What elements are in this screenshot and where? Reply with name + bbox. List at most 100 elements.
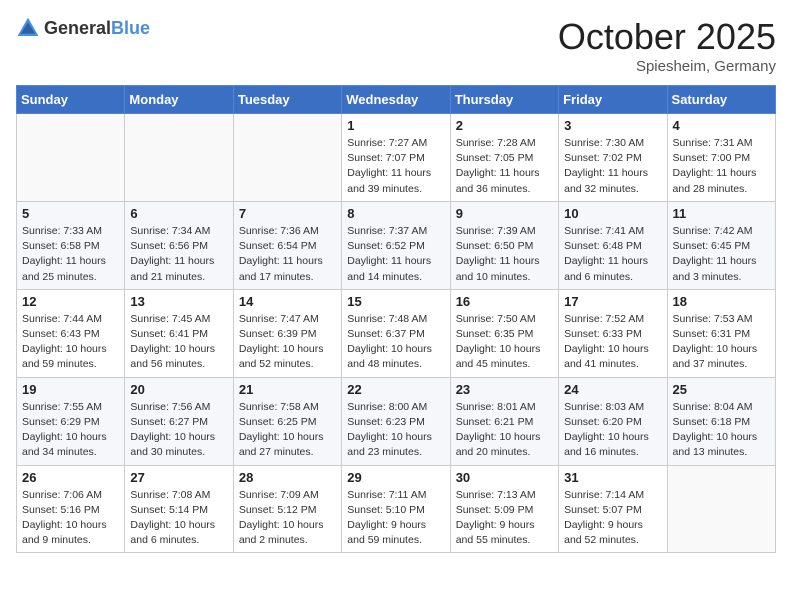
day-number: 14 — [239, 294, 336, 309]
day-info: Sunrise: 7:06 AMSunset: 5:16 PMDaylight:… — [22, 488, 119, 549]
day-info: Sunrise: 7:52 AMSunset: 6:33 PMDaylight:… — [564, 312, 661, 373]
calendar-week-row: 12Sunrise: 7:44 AMSunset: 6:43 PMDayligh… — [17, 289, 776, 377]
calendar-cell: 22 Sunrise: 8:00 AMSunset: 6:23 PMDayligh… — [342, 377, 450, 465]
day-number: 16 — [456, 294, 553, 309]
calendar-cell: 4 Sunrise: 7:31 AMSunset: 7:00 PMDaylight… — [667, 114, 775, 202]
calendar-cell: 1 Sunrise: 7:27 AMSunset: 7:07 PMDaylight… — [342, 114, 450, 202]
day-info: Sunrise: 7:13 AMSunset: 5:09 PMDaylight:… — [456, 488, 553, 549]
day-number: 15 — [347, 294, 444, 309]
day-number: 28 — [239, 470, 336, 485]
calendar-cell: 26 Sunrise: 7:06 AMSunset: 5:16 PMDayligh… — [17, 465, 125, 553]
day-number: 7 — [239, 206, 336, 221]
day-info: Sunrise: 7:50 AMSunset: 6:35 PMDaylight:… — [456, 312, 553, 373]
calendar-cell: 9 Sunrise: 7:39 AMSunset: 6:50 PMDaylight… — [450, 201, 558, 289]
page-header: GeneralBlue October 2025 Spiesheim, Germ… — [16, 16, 776, 75]
day-number: 11 — [673, 206, 770, 221]
day-info: Sunrise: 7:09 AMSunset: 5:12 PMDaylight:… — [239, 488, 336, 549]
day-number: 20 — [130, 382, 227, 397]
day-number: 10 — [564, 206, 661, 221]
day-number: 24 — [564, 382, 661, 397]
day-number: 8 — [347, 206, 444, 221]
title-block: October 2025 Spiesheim, Germany — [558, 16, 776, 75]
calendar-cell: 3 Sunrise: 7:30 AMSunset: 7:02 PMDaylight… — [559, 114, 667, 202]
day-number: 3 — [564, 118, 661, 133]
calendar-cell: 27 Sunrise: 7:08 AMSunset: 5:14 PMDayligh… — [125, 465, 233, 553]
day-info: Sunrise: 7:27 AMSunset: 7:07 PMDaylight:… — [347, 136, 444, 197]
calendar-cell: 20Sunrise: 7:56 AMSunset: 6:27 PMDayligh… — [125, 377, 233, 465]
day-number: 31 — [564, 470, 661, 485]
calendar-cell: 6 Sunrise: 7:34 AMSunset: 6:56 PMDaylight… — [125, 201, 233, 289]
day-info: Sunrise: 8:00 AMSunset: 6:23 PMDaylight:… — [347, 400, 444, 461]
day-number: 25 — [673, 382, 770, 397]
calendar-cell: 12Sunrise: 7:44 AMSunset: 6:43 PMDayligh… — [17, 289, 125, 377]
calendar-cell: 21 Sunrise: 7:58 AMSunset: 6:25 PMDayligh… — [233, 377, 341, 465]
day-number: 18 — [673, 294, 770, 309]
day-header-sunday: Sunday — [17, 86, 125, 114]
calendar-cell: 29 Sunrise: 7:11 AMSunset: 5:10 PMDayligh… — [342, 465, 450, 553]
day-info: Sunrise: 7:55 AMSunset: 6:29 PMDaylight:… — [22, 400, 119, 461]
day-info: Sunrise: 7:08 AMSunset: 5:14 PMDaylight:… — [130, 488, 227, 549]
day-number: 26 — [22, 470, 119, 485]
calendar-cell: 11 Sunrise: 7:42 AMSunset: 6:45 PMDayligh… — [667, 201, 775, 289]
calendar-cell: 24Sunrise: 8:03 AMSunset: 6:20 PMDayligh… — [559, 377, 667, 465]
logo-general: General — [44, 18, 111, 38]
day-number: 9 — [456, 206, 553, 221]
day-info: Sunrise: 7:53 AMSunset: 6:31 PMDaylight:… — [673, 312, 770, 373]
day-info: Sunrise: 7:14 AMSunset: 5:07 PMDaylight:… — [564, 488, 661, 549]
month-title: October 2025 — [558, 16, 776, 58]
day-info: Sunrise: 7:39 AMSunset: 6:50 PMDaylight:… — [456, 224, 553, 285]
day-info: Sunrise: 7:48 AMSunset: 6:37 PMDaylight:… — [347, 312, 444, 373]
calendar-cell: 17 Sunrise: 7:52 AMSunset: 6:33 PMDayligh… — [559, 289, 667, 377]
day-info: Sunrise: 7:45 AMSunset: 6:41 PMDaylight:… — [130, 312, 227, 373]
calendar-cell: 23Sunrise: 8:01 AMSunset: 6:21 PMDayligh… — [450, 377, 558, 465]
calendar-week-row: 19 Sunrise: 7:55 AMSunset: 6:29 PMDayligh… — [17, 377, 776, 465]
day-header-monday: Monday — [125, 86, 233, 114]
day-number: 22 — [347, 382, 444, 397]
calendar-table: SundayMondayTuesdayWednesdayThursdayFrid… — [16, 85, 776, 553]
day-number: 6 — [130, 206, 227, 221]
calendar-cell: 16 Sunrise: 7:50 AMSunset: 6:35 PMDayligh… — [450, 289, 558, 377]
day-number: 23 — [456, 382, 553, 397]
calendar-cell — [233, 114, 341, 202]
day-info: Sunrise: 7:34 AMSunset: 6:56 PMDaylight:… — [130, 224, 227, 285]
calendar-cell: 5 Sunrise: 7:33 AMSunset: 6:58 PMDaylight… — [17, 201, 125, 289]
day-number: 12 — [22, 294, 119, 309]
calendar-cell: 14 Sunrise: 7:47 AMSunset: 6:39 PMDayligh… — [233, 289, 341, 377]
day-number: 29 — [347, 470, 444, 485]
location: Spiesheim, Germany — [558, 58, 776, 75]
day-info: Sunrise: 7:33 AMSunset: 6:58 PMDaylight:… — [22, 224, 119, 285]
day-info: Sunrise: 7:41 AMSunset: 6:48 PMDaylight:… — [564, 224, 661, 285]
logo-icon — [16, 16, 40, 40]
day-header-tuesday: Tuesday — [233, 86, 341, 114]
calendar-cell: 2 Sunrise: 7:28 AMSunset: 7:05 PMDaylight… — [450, 114, 558, 202]
day-number: 2 — [456, 118, 553, 133]
day-number: 30 — [456, 470, 553, 485]
day-info: Sunrise: 8:04 AMSunset: 6:18 PMDaylight:… — [673, 400, 770, 461]
day-number: 19 — [22, 382, 119, 397]
day-info: Sunrise: 7:30 AMSunset: 7:02 PMDaylight:… — [564, 136, 661, 197]
day-info: Sunrise: 7:58 AMSunset: 6:25 PMDaylight:… — [239, 400, 336, 461]
day-number: 27 — [130, 470, 227, 485]
day-number: 1 — [347, 118, 444, 133]
day-info: Sunrise: 7:31 AMSunset: 7:00 PMDaylight:… — [673, 136, 770, 197]
day-header-saturday: Saturday — [667, 86, 775, 114]
day-number: 17 — [564, 294, 661, 309]
day-info: Sunrise: 7:36 AMSunset: 6:54 PMDaylight:… — [239, 224, 336, 285]
calendar-cell: 7 Sunrise: 7:36 AMSunset: 6:54 PMDaylight… — [233, 201, 341, 289]
calendar-cell: 30 Sunrise: 7:13 AMSunset: 5:09 PMDayligh… — [450, 465, 558, 553]
day-number: 5 — [22, 206, 119, 221]
calendar-cell: 28 Sunrise: 7:09 AMSunset: 5:12 PMDayligh… — [233, 465, 341, 553]
day-number: 13 — [130, 294, 227, 309]
calendar-cell — [17, 114, 125, 202]
day-info: Sunrise: 7:47 AMSunset: 6:39 PMDaylight:… — [239, 312, 336, 373]
day-number: 4 — [673, 118, 770, 133]
day-info: Sunrise: 7:11 AMSunset: 5:10 PMDaylight:… — [347, 488, 444, 549]
day-info: Sunrise: 7:28 AMSunset: 7:05 PMDaylight:… — [456, 136, 553, 197]
calendar-cell: 10 Sunrise: 7:41 AMSunset: 6:48 PMDayligh… — [559, 201, 667, 289]
calendar-cell: 31 Sunrise: 7:14 AMSunset: 5:07 PMDayligh… — [559, 465, 667, 553]
day-number: 21 — [239, 382, 336, 397]
calendar-header-row: SundayMondayTuesdayWednesdayThursdayFrid… — [17, 86, 776, 114]
calendar-cell: 13 Sunrise: 7:45 AMSunset: 6:41 PMDayligh… — [125, 289, 233, 377]
day-info: Sunrise: 7:42 AMSunset: 6:45 PMDaylight:… — [673, 224, 770, 285]
calendar-cell: 18 Sunrise: 7:53 AMSunset: 6:31 PMDayligh… — [667, 289, 775, 377]
